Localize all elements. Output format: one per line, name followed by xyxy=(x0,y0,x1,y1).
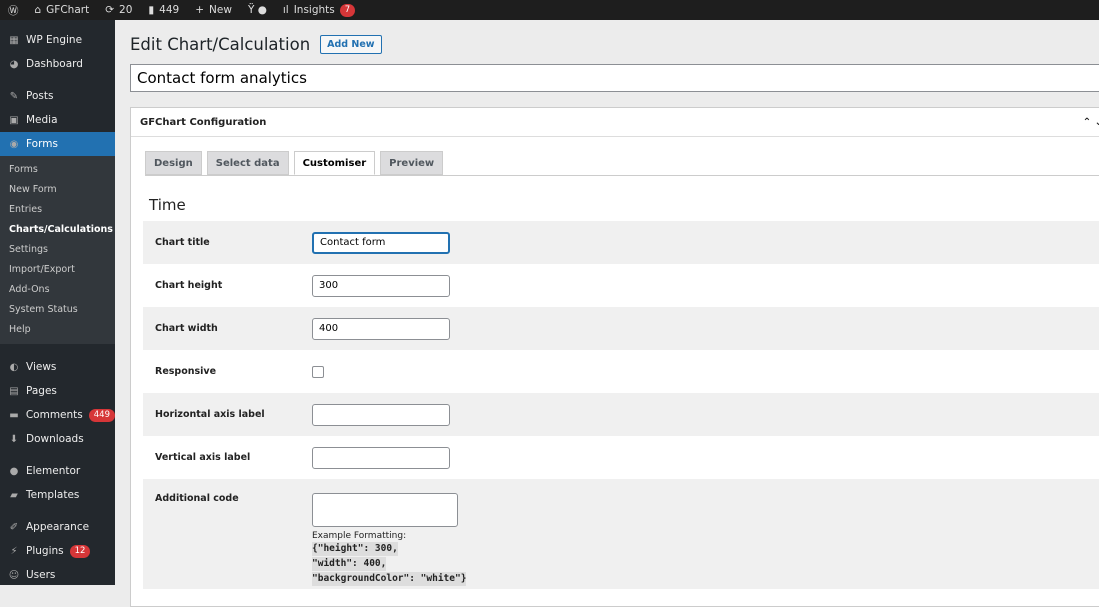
chart-height-input[interactable] xyxy=(312,274,450,297)
sidebar-item-forms[interactable]: ◉ Forms xyxy=(0,132,115,156)
sidebar-item-label: Appearance xyxy=(26,521,90,533)
submenu-item[interactable]: New Form xyxy=(0,180,115,200)
pin-icon: ✎ xyxy=(9,90,19,102)
chart-height-row: Chart height xyxy=(143,264,1099,307)
insights-link[interactable]: ıl Insights 7 xyxy=(275,0,363,20)
bar-chart-icon: ıl xyxy=(282,4,289,16)
folder-icon: ▰ xyxy=(10,489,18,501)
responsive-row: Responsive xyxy=(143,350,1099,393)
vertical-axis-label-input[interactable] xyxy=(312,446,450,469)
post-title-input[interactable] xyxy=(130,64,1099,92)
wordpress-logo-icon[interactable]: Ⓦ xyxy=(0,0,27,20)
forms-submenu: Forms New Form Entries Charts/Calculations S… xyxy=(0,156,115,344)
download-icon: ⬇ xyxy=(9,433,19,445)
collapse-arrows-icon[interactable]: ⌃ ⌄ xyxy=(1083,117,1099,128)
sidebar-item-label: Elementor xyxy=(26,465,81,477)
home-icon: ⌂ xyxy=(34,4,42,16)
sidebar-item-appearance[interactable]: ✐ Appearance xyxy=(0,515,115,539)
submenu-item[interactable]: Add-Ons xyxy=(0,280,115,300)
sidebar-item-label: WP Engine xyxy=(26,34,83,46)
submenu-item[interactable]: Settings xyxy=(0,240,115,260)
grid-icon: ▦ xyxy=(9,34,19,46)
sidebar-item-pages[interactable]: ▤ Pages xyxy=(0,379,115,403)
submenu-item[interactable]: Charts/Calculations xyxy=(0,220,115,240)
example-label: Example Formatting: xyxy=(312,531,407,541)
sidebar-item-label: Templates xyxy=(26,489,80,501)
submenu-item[interactable]: Entries xyxy=(0,200,115,220)
dashboard-icon: ◕ xyxy=(9,58,19,70)
sidebar-item-label: Comments xyxy=(25,409,83,421)
sidebar-item-label: Dashboard xyxy=(26,58,83,70)
tab-design[interactable]: Design xyxy=(145,151,202,175)
eye-icon: ◐ xyxy=(9,361,19,373)
sidebar-item-users[interactable]: ☺ Users xyxy=(0,563,115,587)
code-line: "width": 400, xyxy=(312,557,387,571)
sidebar-item-label: Forms xyxy=(26,138,58,150)
sidebar-item-downloads[interactable]: ⬇ Downloads xyxy=(0,427,115,451)
plus-icon: + xyxy=(195,4,205,16)
updates-link[interactable]: ⟳ 20 xyxy=(97,0,140,20)
add-new-button[interactable]: Add New xyxy=(320,35,382,54)
sidebar-item-label: Users xyxy=(26,569,56,581)
comment-icon: ▮ xyxy=(148,4,155,16)
sidebar-item-elementor[interactable]: ● Elementor xyxy=(0,459,115,483)
code-line: {"height": 300, xyxy=(312,542,398,556)
sidebar-item-label: Downloads xyxy=(26,433,84,445)
tab-select-data[interactable]: Select data xyxy=(206,151,289,175)
code-line: "backgroundColor": "white"} xyxy=(312,572,467,586)
elementor-icon: ● xyxy=(9,465,19,477)
site-link[interactable]: ⌂ GFChart xyxy=(27,0,98,20)
additional-code-textarea[interactable] xyxy=(312,493,458,527)
plugin-icon: ⚡ xyxy=(10,545,18,557)
admin-sidebar: ▦ WP Engine ◕ Dashboard ✎ Posts ▣ Media ◉ Forms F… xyxy=(0,20,115,585)
chart-title-row: Chart title xyxy=(143,221,1099,264)
submenu-item[interactable]: Help xyxy=(0,320,115,340)
sidebar-item-media[interactable]: ▣ Media xyxy=(0,108,115,132)
count-badge: 449 xyxy=(88,408,115,422)
media-icon: ▣ xyxy=(9,114,19,126)
submenu-item[interactable]: Import/Export xyxy=(0,260,115,280)
sidebar-item-dashboard[interactable]: ◕ Dashboard xyxy=(0,52,115,76)
box-title: GFChart Configuration xyxy=(140,116,267,128)
yoast-icon[interactable]: Ÿ ● xyxy=(240,0,275,20)
additional-code-row: Additional code Example Formatting: {"he… xyxy=(143,479,1099,589)
sidebar-item-label: Posts xyxy=(26,90,54,102)
refresh-icon: ⟳ xyxy=(105,4,115,16)
submenu-item[interactable]: Forms xyxy=(0,160,115,180)
horizontal-axis-label-input[interactable] xyxy=(312,403,450,426)
chart-width-input[interactable] xyxy=(312,317,450,340)
section-heading: Time xyxy=(149,196,186,214)
comments-link[interactable]: ▮ 449 xyxy=(140,0,187,20)
chart-title-input[interactable] xyxy=(312,231,450,254)
sidebar-item-wp-engine[interactable]: ▦ WP Engine xyxy=(0,28,115,52)
chart-width-row: Chart width xyxy=(143,307,1099,350)
vertical-axis-row: Vertical axis label xyxy=(143,436,1099,479)
brush-icon: ✐ xyxy=(9,521,19,533)
sidebar-item-comments[interactable]: ▬ Comments 449 xyxy=(0,403,115,427)
tab-preview[interactable]: Preview xyxy=(380,151,444,175)
new-link[interactable]: + New xyxy=(187,0,240,20)
admin-bar: Ⓦ ⌂ GFChart ⟳ 20 ▮ 449 + New Ÿ ● ıl Insights 7 xyxy=(0,0,1099,20)
user-icon: ☺ xyxy=(8,569,20,581)
page-icon: ▤ xyxy=(9,385,19,397)
count-badge: 12 xyxy=(69,544,91,558)
sidebar-item-views[interactable]: ◐ Views xyxy=(0,355,115,379)
sidebar-item-templates[interactable]: ▰ Templates xyxy=(0,483,115,507)
page-title: Edit Chart/Calculation xyxy=(130,35,311,54)
comment-icon: ▬ xyxy=(9,409,19,421)
submenu-item[interactable]: System Status xyxy=(0,300,115,320)
tab-customiser[interactable]: Customiser xyxy=(293,151,376,175)
sidebar-item-label: Plugins xyxy=(26,545,64,557)
sidebar-item-plugins[interactable]: ⚡ Plugins 12 xyxy=(0,539,115,563)
gfchart-configuration-box: GFChart Configuration ⌃ ⌄ Design Select da… xyxy=(130,107,1099,607)
responsive-checkbox[interactable] xyxy=(312,365,324,378)
horizontal-axis-row: Horizontal axis label xyxy=(143,393,1099,436)
sidebar-item-label: Media xyxy=(26,114,58,126)
sidebar-item-label: Pages xyxy=(26,385,57,397)
sidebar-item-label: Views xyxy=(26,361,57,373)
forms-icon: ◉ xyxy=(9,138,19,150)
sidebar-item-posts[interactable]: ✎ Posts xyxy=(0,84,115,108)
